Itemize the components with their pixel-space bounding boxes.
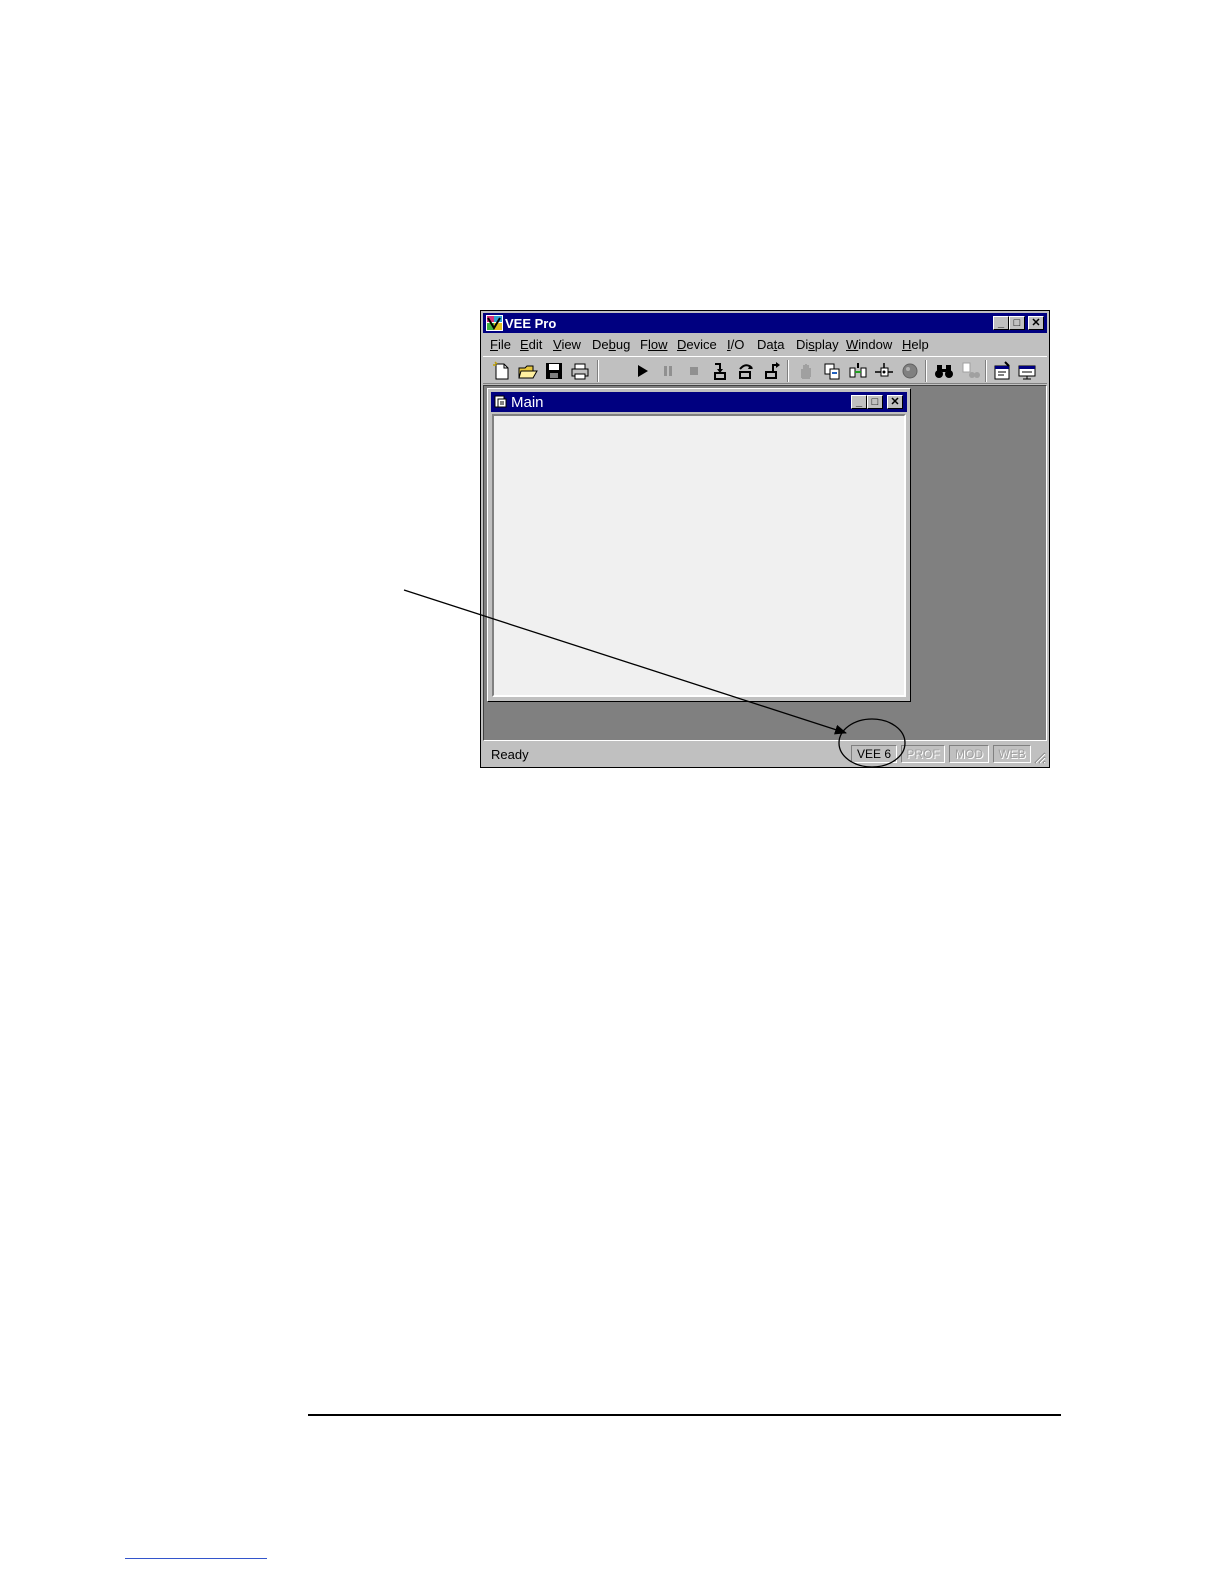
toolbar-separator [597, 360, 599, 382]
window-title: VEE Pro [505, 316, 557, 331]
copy-button[interactable] [821, 360, 843, 382]
pause-button[interactable] [657, 360, 679, 382]
monitor-button[interactable] [1017, 360, 1039, 382]
toolbar-separator [985, 360, 987, 382]
connect-button[interactable] [847, 360, 869, 382]
status-panel-mod: MOD [949, 745, 989, 763]
hand-icon [801, 364, 811, 379]
resize-grip-icon[interactable] [1032, 750, 1046, 764]
debug-icon [875, 363, 893, 377]
footer-link-underline [125, 1558, 267, 1559]
main-title-bar[interactable]: Main _ □ ✕ [491, 392, 907, 412]
step-over-button[interactable] [735, 360, 757, 382]
main-close-button[interactable]: ✕ [887, 395, 903, 409]
open-button[interactable] [517, 360, 539, 382]
menu-data[interactable]: Data [757, 337, 784, 352]
title-bar[interactable]: VEE Pro _ □ ✕ [483, 313, 1047, 333]
main-window-title: Main [511, 394, 544, 411]
minimize-button[interactable]: _ [993, 316, 1009, 330]
properties-icon [994, 361, 1010, 380]
step-over-icon [739, 364, 753, 379]
main-window[interactable]: Main _ □ ✕ [487, 388, 911, 702]
menu-window[interactable]: Window [846, 337, 892, 352]
status-panel-prof: PROF [901, 745, 945, 763]
menu-flow[interactable]: Flow [640, 337, 667, 352]
workspace[interactable]: Main _ □ ✕ [483, 385, 1047, 741]
save-icon [546, 363, 562, 379]
minimize-icon: _ [997, 317, 1005, 329]
annotation-layer [403, 589, 906, 768]
stop-icon [690, 367, 698, 375]
status-panel-web: WEB [993, 745, 1031, 763]
minimize-icon: _ [855, 396, 863, 408]
vee-app-icon [486, 315, 503, 331]
new-button[interactable] [491, 360, 513, 382]
circle-icon [902, 363, 918, 379]
run-button[interactable] [631, 360, 653, 382]
find-icon [935, 365, 953, 378]
debug-button[interactable] [873, 360, 895, 382]
open-icon [518, 365, 538, 379]
close-icon: ✕ [890, 396, 900, 408]
menu-device[interactable]: Device [677, 337, 717, 352]
run-icon [638, 365, 648, 377]
step-into-button[interactable] [709, 360, 731, 382]
maximize-icon: □ [1013, 317, 1021, 329]
main-minimize-button[interactable]: _ [851, 395, 867, 409]
monitor-icon [1018, 365, 1036, 380]
menu-bar: File Edit View Debug Flow Device I/O Dat… [483, 334, 1047, 354]
toolbar-separator [925, 360, 927, 382]
pause-icon [664, 366, 672, 376]
save-button[interactable] [543, 360, 565, 382]
hand-button[interactable] [795, 360, 817, 382]
main-maximize-button[interactable]: □ [867, 395, 883, 409]
menu-file[interactable]: File [490, 337, 511, 352]
step-out-icon [765, 362, 780, 379]
maximize-button[interactable]: □ [1009, 316, 1025, 330]
properties-button[interactable] [991, 360, 1013, 382]
vee-pro-window: VEE Pro _ □ ✕ File Edit View Debug Flow … [480, 310, 1050, 768]
print-button[interactable] [569, 360, 591, 382]
new-icon [493, 361, 509, 380]
stop-button[interactable] [683, 360, 705, 382]
maximize-icon: □ [871, 396, 879, 408]
find-button[interactable] [933, 360, 955, 382]
find-next-button[interactable] [959, 360, 981, 382]
menu-help[interactable]: Help [902, 337, 929, 352]
main-canvas[interactable] [492, 414, 906, 697]
menu-io[interactable]: I/O [727, 337, 744, 352]
document-icon [494, 395, 507, 408]
menu-debug[interactable]: Debug [592, 337, 630, 352]
status-text: Ready [491, 747, 529, 762]
step-into-icon [714, 363, 726, 380]
toolbar [483, 356, 1047, 384]
circle-button[interactable] [899, 360, 921, 382]
menu-display[interactable]: Display [796, 337, 839, 352]
print-icon [571, 363, 589, 380]
page-rule [308, 1414, 1061, 1416]
menu-edit[interactable]: Edit [520, 337, 542, 352]
close-icon: ✕ [1031, 317, 1041, 329]
close-button[interactable]: ✕ [1028, 316, 1044, 330]
status-panel-vee: VEE 6 [851, 745, 897, 763]
status-bar: Ready VEE 6 PROF MOD WEB [483, 743, 1047, 765]
step-out-button[interactable] [761, 360, 783, 382]
toolbar-separator [787, 360, 789, 382]
copy-icon [824, 363, 840, 380]
menu-view[interactable]: View [553, 337, 581, 352]
find-next-icon [962, 362, 980, 378]
connect-icon [849, 363, 867, 378]
